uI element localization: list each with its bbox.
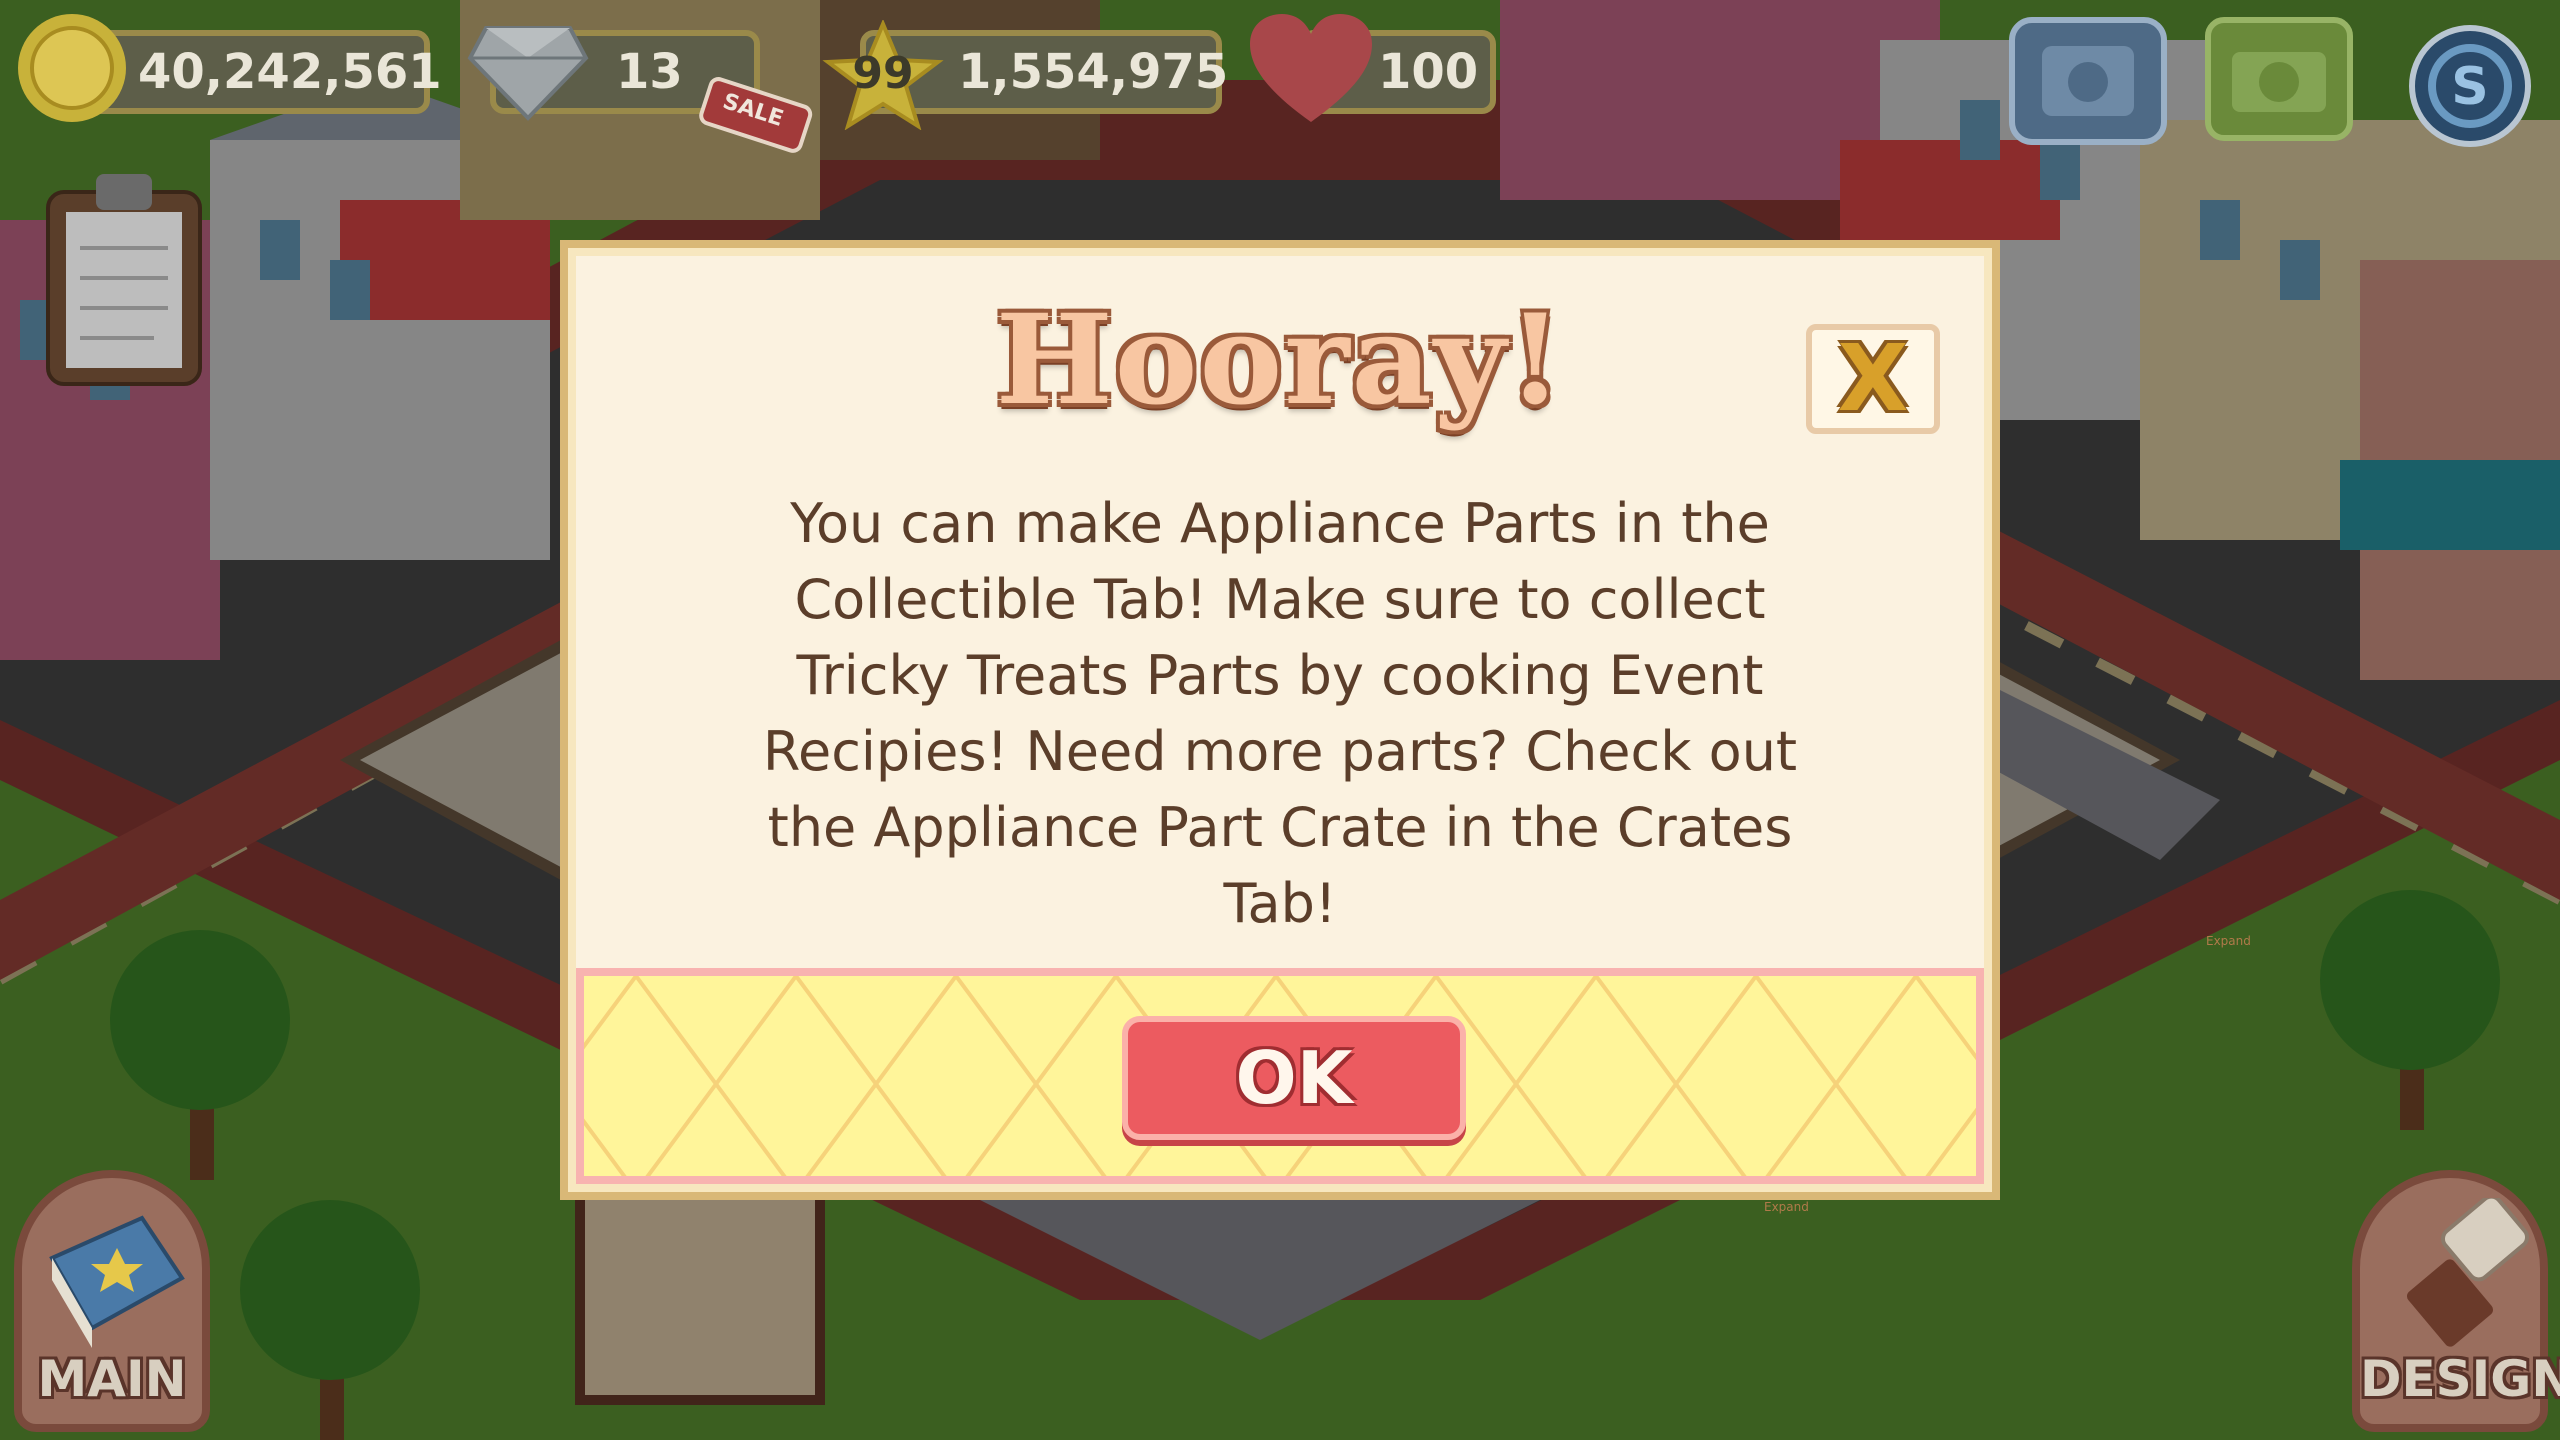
- svg-text:S: S: [2451, 57, 2488, 117]
- clipboard-icon: [46, 174, 202, 386]
- gem-icon: [466, 18, 590, 122]
- camera-button[interactable]: [2204, 16, 2354, 142]
- ok-button[interactable]: OK: [1122, 1016, 1466, 1140]
- dialog-message: You can make Appliance Parts in the Coll…: [762, 492, 1798, 935]
- hooray-dialog: Hooray! X You can make Appliance Parts i…: [560, 240, 2000, 1200]
- gems-value: 13: [616, 44, 683, 100]
- main-label: MAIN: [37, 1350, 187, 1408]
- paint-brush-icon: [2406, 1198, 2530, 1347]
- recipe-book-icon: [49, 1215, 185, 1348]
- sale-badge[interactable]: SALE: [696, 74, 816, 154]
- dialog-title: Hooray!: [995, 288, 1565, 433]
- star-icon: 99: [820, 18, 946, 131]
- heart-icon: [1246, 10, 1376, 128]
- close-icon: X: [1837, 325, 1909, 432]
- coin-icon: [14, 10, 130, 126]
- level-value: 99: [852, 48, 914, 99]
- coins-value: 40,242,561: [138, 44, 442, 100]
- dialog-body: Hooray! X You can make Appliance Parts i…: [576, 256, 1984, 968]
- currency-icon: S: [2409, 25, 2531, 147]
- dialog-footer: OK: [576, 968, 1984, 1184]
- expand-label-2[interactable]: Expand: [1764, 1200, 1809, 1214]
- clipboard-button[interactable]: [44, 168, 204, 388]
- phone-icon: [2009, 17, 2167, 145]
- design-button[interactable]: DESIGN: [2352, 1170, 2560, 1432]
- xp-value: 1,554,975: [958, 44, 1229, 100]
- main-menu-button[interactable]: MAIN: [14, 1170, 210, 1432]
- phone-button[interactable]: [2008, 16, 2168, 146]
- camera-icon: [2205, 17, 2353, 141]
- expand-label[interactable]: Expand: [2206, 934, 2251, 948]
- hearts-value: 100: [1378, 44, 1479, 100]
- currency-button[interactable]: S: [2408, 24, 2532, 148]
- close-button[interactable]: X: [1806, 324, 1940, 434]
- design-label: DESIGN: [2360, 1350, 2560, 1408]
- ok-label: OK: [1235, 1036, 1353, 1120]
